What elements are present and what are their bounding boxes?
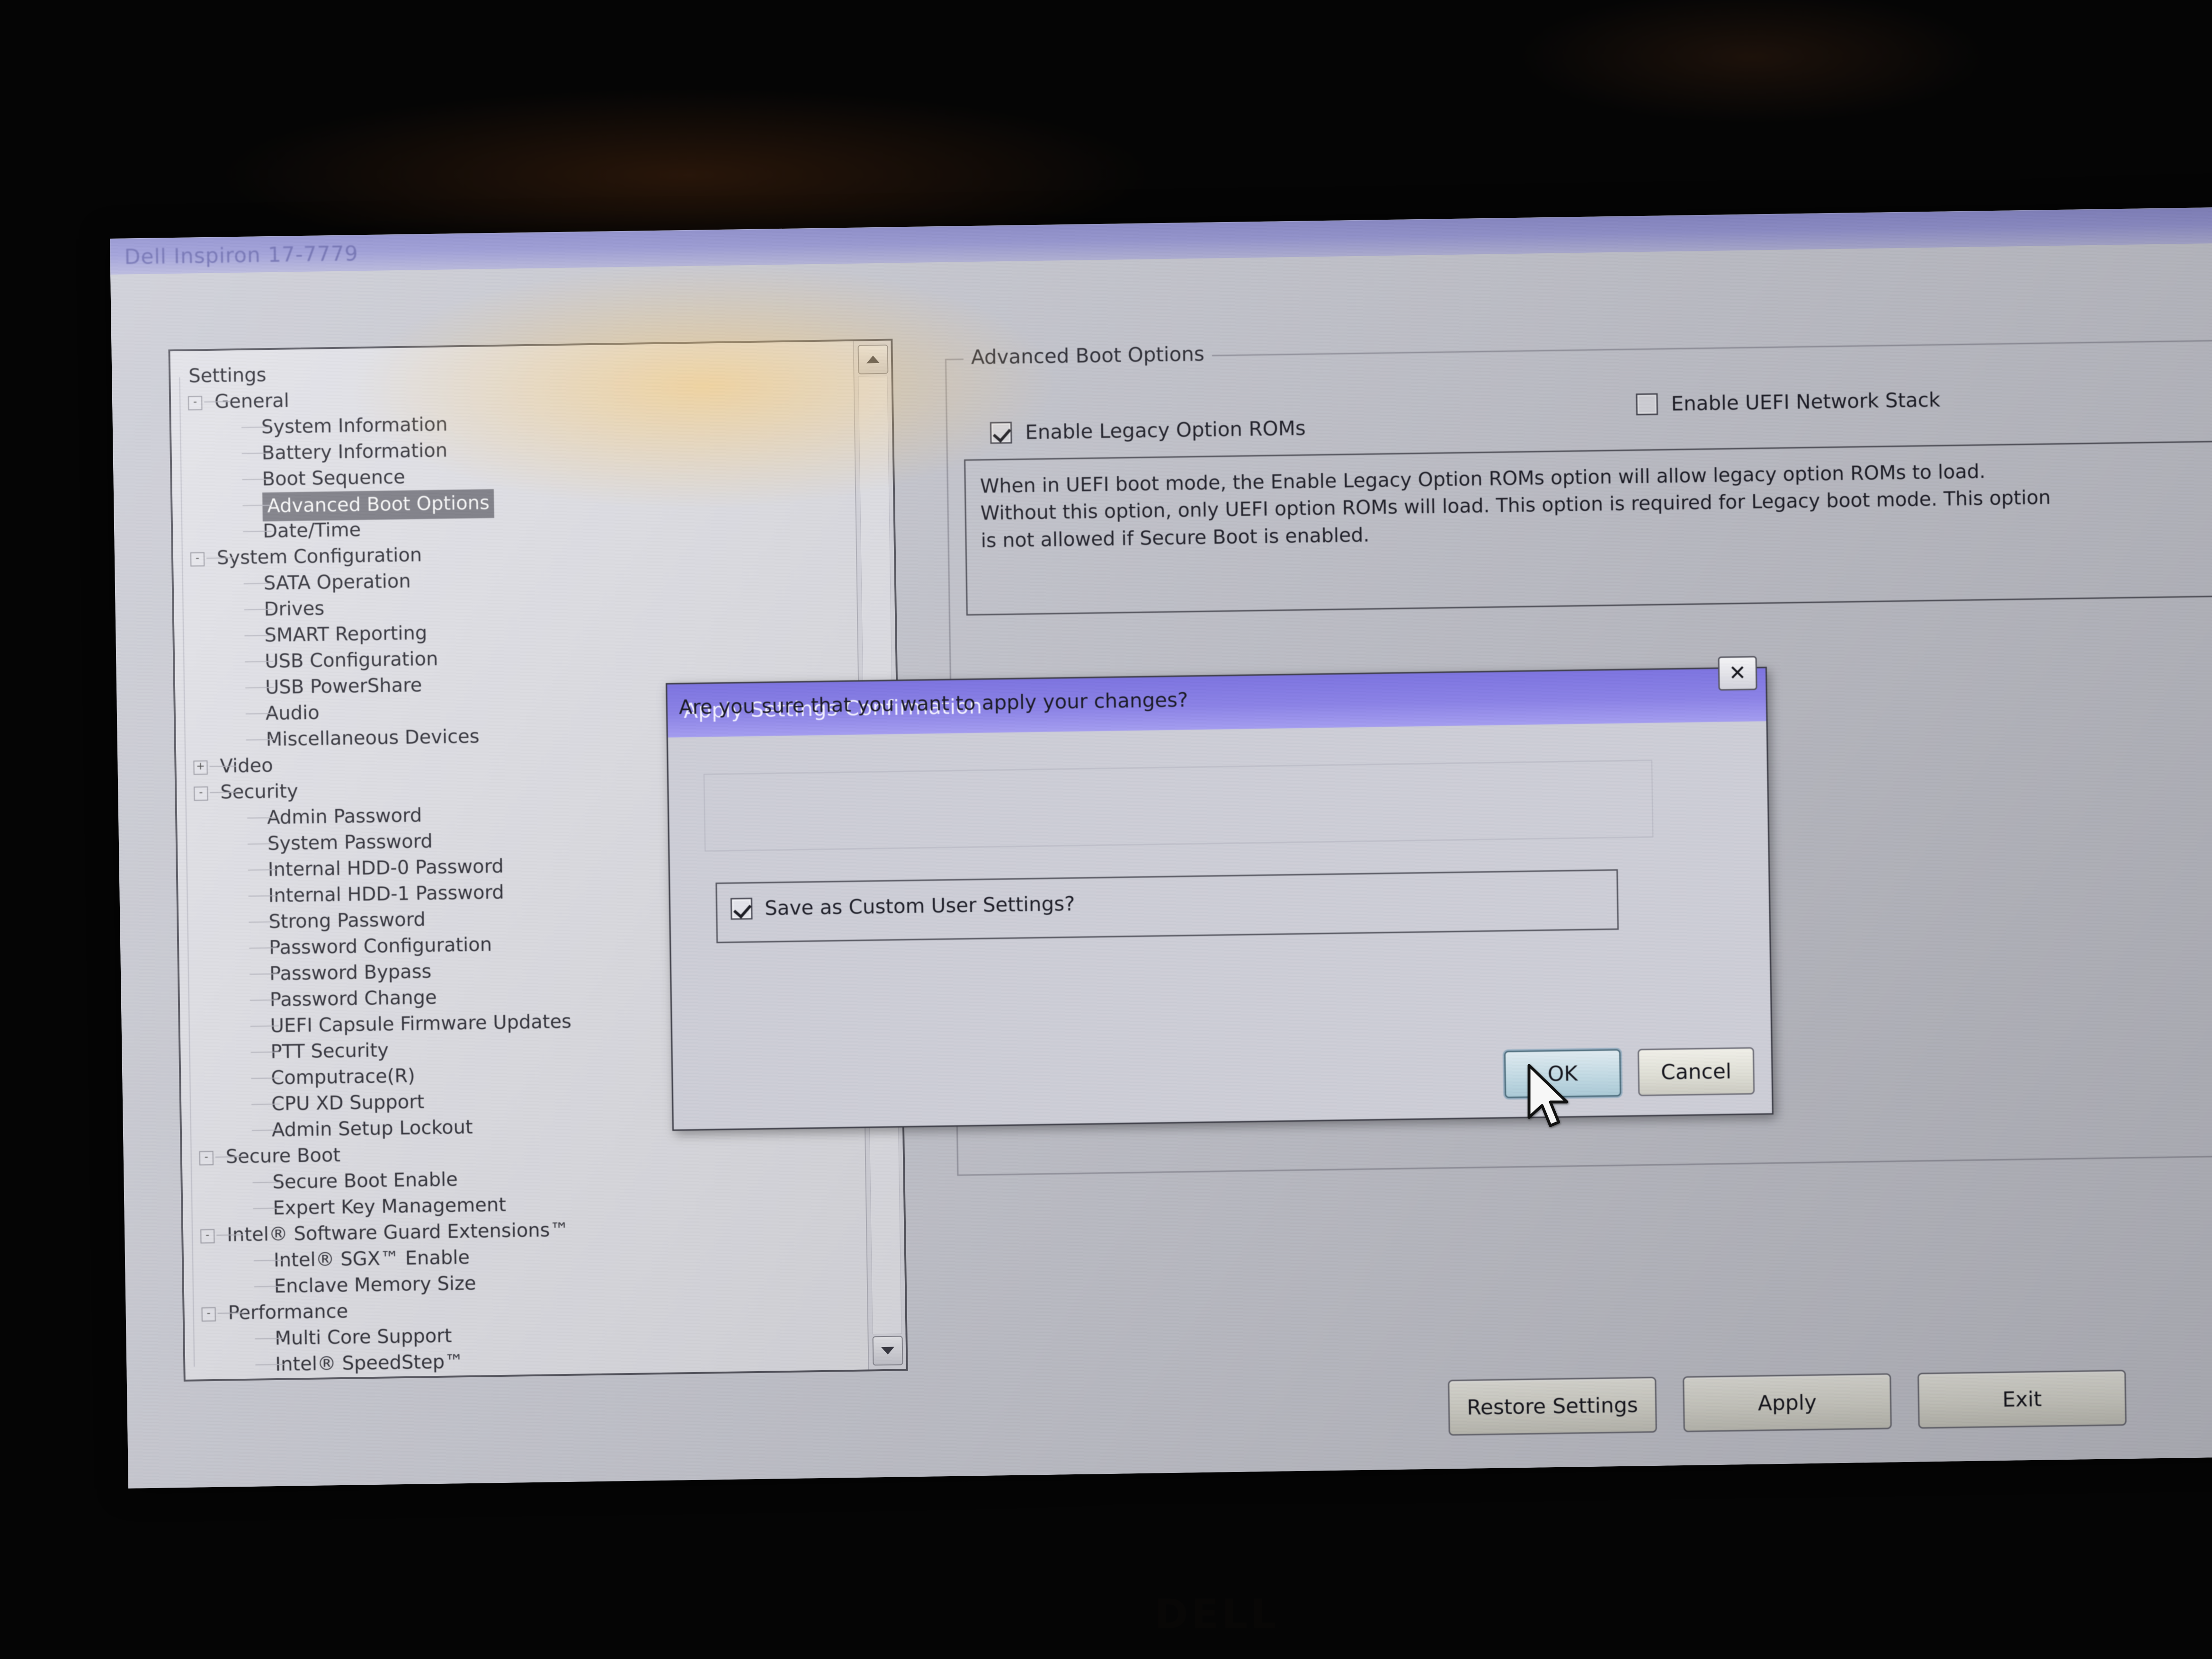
expand-icon[interactable]: + [193, 760, 208, 775]
tree-item-label: System Configuration [216, 544, 422, 569]
tree-item-label: Performance [228, 1300, 348, 1324]
checkbox-enable-uefi-network-stack[interactable] [1636, 393, 1658, 415]
tree-item-label: Date/Time [262, 519, 361, 543]
checkbox-save-as-custom-user-settings[interactable] [730, 897, 753, 920]
dialog-checkbox-frame: Save as Custom User Settings? [715, 869, 1619, 944]
tree-item-label: Enclave Memory Size [274, 1272, 476, 1298]
dell-brand-logo: DELL [1154, 1591, 1279, 1638]
footer-button-bar: Restore Settings Apply Exit [1448, 1370, 2127, 1436]
tree-item-label: Admin Password [267, 804, 422, 829]
tree-item-label: UEFI Capsule Firmware Updates [270, 1010, 572, 1037]
collapse-icon[interactable]: - [199, 1151, 214, 1166]
group-title: Advanced Boot Options [963, 342, 1213, 369]
collapse-icon[interactable]: - [187, 396, 203, 410]
tree-item-label: Internal HDD-1 Password [268, 881, 504, 907]
tree-item-label: PTT Security [270, 1039, 389, 1063]
scroll-down-arrow-icon[interactable] [872, 1336, 903, 1366]
tree-item-label: Intel® SpeedStep™ [275, 1351, 464, 1376]
tree-item-label: USB PowerShare [265, 674, 422, 699]
tree-item-label: SATA Operation [263, 570, 411, 595]
tree-item-label: Multi Core Support [275, 1325, 452, 1350]
mouse-cursor-icon [1527, 1064, 1569, 1127]
tree-item-label: Drives [264, 598, 325, 621]
apply-settings-confirmation-dialog[interactable]: Apply Settings Confirmation ✕ Are you su… [666, 656, 1774, 1131]
tree-item-label: Computrace(R) [271, 1065, 416, 1089]
tree-item-label: System Password [267, 830, 433, 855]
option-description-box: When in UEFI boot mode, the Enable Legac… [964, 439, 2212, 616]
exit-button[interactable]: Exit [1917, 1370, 2127, 1429]
laptop-screen: Dell Inspiron 17-7779 Settings - General Sy… [110, 206, 2212, 1489]
scroll-up-arrow-icon[interactable] [857, 344, 889, 375]
checkbox-enable-legacy-option-roms[interactable] [990, 421, 1012, 444]
tree-item-label: Secure Boot [225, 1144, 341, 1168]
tree-item-label: Expert Key Management [273, 1194, 507, 1220]
tree-item-label: Secure Boot Enable [272, 1168, 458, 1194]
tree-item-label: Password Bypass [269, 961, 432, 985]
checkbox-label-save-as-custom-user-settings: Save as Custom User Settings? [764, 892, 1075, 920]
tree-item-label: Boot Sequence [262, 466, 405, 491]
dialog-message-box [703, 759, 1654, 852]
tree-item-label: SMART Reporting [264, 622, 428, 647]
tree-item-label: Password Configuration [268, 934, 492, 959]
tree-item-label: Strong Password [268, 909, 426, 933]
collapse-icon[interactable]: - [201, 1307, 216, 1322]
checkbox-label-enable-uefi-network-stack: Enable UEFI Network Stack [1671, 388, 1941, 416]
tree-item-label: System Information [261, 413, 448, 438]
tree-item-label: Password Change [269, 986, 437, 1011]
apply-button[interactable]: Apply [1683, 1373, 1892, 1432]
checkbox-row-enable-uefi-network-stack[interactable]: Enable UEFI Network Stack [1636, 388, 1940, 416]
close-icon[interactable]: ✕ [1718, 656, 1757, 691]
triangle-up-glyph [866, 355, 880, 364]
tree-item-label: USB Configuration [264, 648, 438, 673]
collapse-icon[interactable]: - [194, 786, 208, 801]
bios-window-body: Settings - General System Information Batter… [110, 242, 2212, 1489]
triangle-down-glyph [881, 1347, 895, 1355]
checkbox-row-enable-legacy-option-roms[interactable]: Enable Legacy Option ROMs [990, 417, 1306, 445]
tree-item-label: Internal HDD-0 Password [268, 855, 504, 881]
collapse-icon[interactable]: - [200, 1229, 215, 1244]
checkbox-row-save-as-custom-user-settings[interactable]: Save as Custom User Settings? [730, 892, 1075, 920]
bezel-glare-right [1515, 0, 2212, 199]
dialog-cancel-button[interactable]: Cancel [1637, 1047, 1755, 1097]
restore-settings-button[interactable]: Restore Settings [1448, 1376, 1657, 1436]
tree-item-label: Settings [188, 364, 267, 387]
tree-item-label: Intel® SGX™ Enable [273, 1246, 470, 1272]
bios-window-title: Dell Inspiron 17-7779 [124, 241, 359, 269]
tree-item-label: Miscellaneous Devices [266, 725, 480, 751]
laptop-photo: Dell Inspiron 17-7779 Settings - General Sy… [0, 0, 2212, 1659]
collapse-icon[interactable]: - [190, 552, 205, 567]
tree-item-label: Battery Information [261, 439, 448, 464]
tree-item-label: Admin Setup Lockout [271, 1116, 473, 1142]
checkbox-label-enable-legacy-option-roms: Enable Legacy Option ROMs [1025, 416, 1306, 444]
tree-item-label: CPU XD Support [271, 1091, 425, 1115]
